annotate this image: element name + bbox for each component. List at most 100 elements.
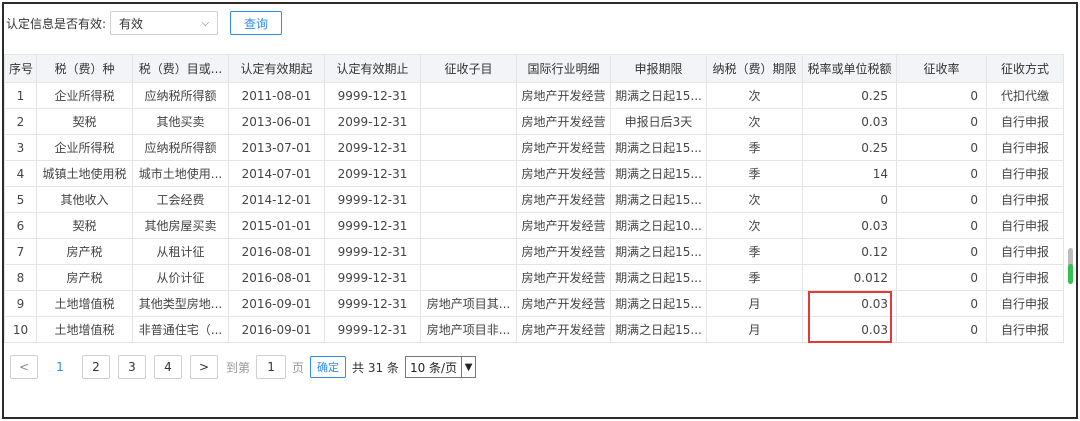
table-cell: 0.25 [802,134,897,161]
next-page-button[interactable]: > [190,355,218,379]
pagination: < 1 2 3 4 > 到第 1 页 确定 共 31 条 10 条/页 ▼ [10,355,477,379]
scrollbar-indicator[interactable] [1068,264,1073,284]
table-cell: 期满之日起15... [610,160,707,187]
table-cell: 自行申报 [986,264,1064,291]
table-cell [420,160,517,187]
table-cell: 自行申报 [986,212,1064,239]
table-cell: 房产税 [36,264,133,291]
table-cell: 0.012 [802,264,897,291]
table-cell: 期满之日起15... [610,264,707,291]
table-cell: 0 [896,238,987,265]
table-cell: 2016-08-01 [228,238,325,265]
table-cell: 6 [4,212,37,239]
table-cell: 7 [4,238,37,265]
table-cell: 契税 [36,108,133,135]
table-cell: 房地产开发经营 [516,238,611,265]
table-cell: 4 [4,160,37,187]
table-cell: 季 [706,134,803,161]
column-header: 征收子目 [420,54,517,83]
table-cell: 期满之日起15... [610,134,707,161]
table-cell: 自行申报 [986,108,1064,135]
tax-registration-table: 序号 税（费）种 税（费）目或... 认定有效期起 认定有效期止 征收子目 国际行业明细 申报… [4,54,1064,343]
table-cell: 其他房屋买卖 [132,212,229,239]
column-header: 认定有效期起 [228,54,325,83]
table-cell: 房地产开发经营 [516,108,611,135]
chevron-down-icon: ▼ [461,357,475,377]
table-cell [420,212,517,239]
table-cell: 2013-06-01 [228,108,325,135]
table-cell: 9999-12-31 [324,238,421,265]
table-row[interactable]: 3 企业所得税 应纳税所得额 2013-07-01 2099-12-31 房地产开发经营期… [4,134,1064,161]
table-cell: 房地产开发经营 [516,160,611,187]
goto-page-input[interactable]: 1 [256,355,287,379]
page-button-4[interactable]: 4 [154,355,182,379]
table-cell: 0 [802,186,897,213]
table-cell: 0.12 [802,238,897,265]
table-cell: 土地增值税 [36,290,133,317]
table-cell: 0 [896,108,987,135]
column-header: 申报期限 [610,54,707,83]
column-header: 征收方式 [986,54,1064,83]
table-cell: 2014-12-01 [228,186,325,213]
table-cell: 其他买卖 [132,108,229,135]
column-header: 税（费）目或... [132,54,229,83]
table-cell: 季 [706,238,803,265]
table-cell: 季 [706,264,803,291]
table-cell: 次 [706,108,803,135]
table-row[interactable]: 10 土地增值税 非普通住宅（... 2016-09-01 9999-12-31 房地产项… [4,316,1064,343]
table-cell: 期满之日起15... [610,316,707,343]
table-row[interactable]: 9 土地增值税 其他类型房地... 2016-09-01 9999-12-31 房地产项目… [4,290,1064,317]
prev-page-button[interactable]: < [10,355,38,379]
table-row[interactable]: 6 契税 其他房屋买卖 2015-01-01 9999-12-31 房地产开发经营 期满之日… [4,212,1064,239]
page-button-1[interactable]: 1 [46,355,74,379]
table-row[interactable]: 5 其他收入 工会经费 2014-12-01 9999-12-31 房地产开发经营 期满之日… [4,186,1064,213]
table-cell: 月 [706,290,803,317]
table-cell: 次 [706,82,803,109]
table-cell: 房地产开发经营 [516,134,611,161]
table-cell: 0 [896,290,987,317]
table-cell: 期满之日起15... [610,82,707,109]
table-cell: 房地产开发经营 [516,316,611,343]
page-button-3[interactable]: 3 [118,355,146,379]
table-cell: 14 [802,160,897,187]
goto-confirm-button[interactable]: 确定 [310,356,347,378]
validity-select-value: 有效 [119,16,144,31]
table-cell: 2011-08-01 [228,82,325,109]
table-row[interactable]: 8 房产税 从价计征 2016-08-01 9999-12-31 房地产开发经营 期满之日起… [4,264,1064,291]
table-body: 1 企业所得税 应纳税所得额 2011-08-01 9999-12-31 房地产开发经营期… [4,82,1064,343]
table-row[interactable]: 2 契税 其他买卖 2013-06-01 2099-12-31 房地产开发经营 申报日后3天… [4,108,1064,135]
table-cell: 10 [4,316,37,343]
table-row[interactable]: 7 房产税 从租计征 2016-08-01 9999-12-31 房地产开发经营 期满之日起… [4,238,1064,265]
table-cell [420,134,517,161]
column-header: 纳税（费）期限 [706,54,803,83]
filter-label: 认定信息是否有效: [6,16,107,31]
table-cell [420,264,517,291]
table-cell: 企业所得税 [36,82,133,109]
table-cell: 应纳税所得额 [132,82,229,109]
page-button-2[interactable]: 2 [82,355,110,379]
table-row[interactable]: 4 城镇土地使用税 城市土地使用... 2014-07-01 2099-12-31 房地产… [4,160,1064,187]
table-row[interactable]: 1 企业所得税 应纳税所得额 2011-08-01 9999-12-31 房地产开发经营期… [4,82,1064,109]
table-cell: 9999-12-31 [324,290,421,317]
table-cell: 从价计征 [132,264,229,291]
table-cell: 0.03 [802,316,897,343]
table-cell: 房地产项目非... [420,316,517,343]
table-cell: 0 [896,212,987,239]
table-cell: 2099-12-31 [324,108,421,135]
table-cell: 应纳税所得额 [132,134,229,161]
table-cell: 0 [896,186,987,213]
table-cell: 2099-12-31 [324,134,421,161]
validity-select[interactable]: 有效 ⌵ [110,11,219,35]
table-cell: 期满之日起15... [610,290,707,317]
table-cell: 工会经费 [132,186,229,213]
table-cell: 2016-09-01 [228,290,325,317]
table-cell: 9999-12-31 [324,212,421,239]
page-size-value: 10 条/页 [409,360,458,375]
table-cell: 5 [4,186,37,213]
column-header: 认定有效期止 [324,54,421,83]
table-cell: 次 [706,212,803,239]
query-button[interactable]: 查询 [230,11,283,35]
table-cell: 2 [4,108,37,135]
table-cell: 2014-07-01 [228,160,325,187]
page-size-select[interactable]: 10 条/页 ▼ [404,356,477,378]
